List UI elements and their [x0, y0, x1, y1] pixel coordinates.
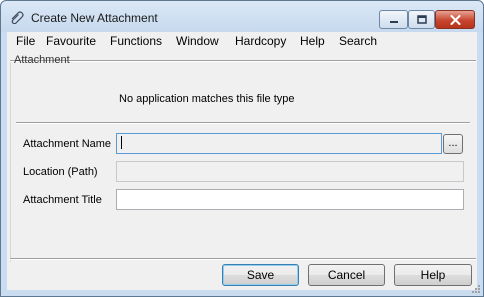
- menu-file[interactable]: File: [16, 34, 35, 48]
- browse-button[interactable]: ...: [443, 134, 463, 154]
- section-label-attachment: Attachment: [14, 54, 70, 66]
- no-application-message: No application matches this file type: [119, 93, 295, 105]
- help-button[interactable]: Help: [394, 264, 472, 286]
- cancel-button[interactable]: Cancel: [308, 264, 385, 286]
- paperclip-icon: [11, 11, 24, 24]
- attachment-title-label: Attachment Title: [23, 194, 102, 206]
- attachment-name-label: Attachment Name: [23, 138, 112, 150]
- menu-favourite[interactable]: Favourite: [46, 34, 96, 48]
- close-icon: [450, 14, 460, 25]
- resize-grip-icon[interactable]: [471, 284, 481, 294]
- menu-window[interactable]: Window: [176, 34, 219, 48]
- maximize-button[interactable]: [408, 10, 435, 29]
- maximize-icon: [416, 15, 427, 24]
- menu-functions[interactable]: Functions: [110, 34, 162, 48]
- menu-bar: File Favourite Functions Window Hardcopy…: [7, 32, 477, 51]
- bottom-divider-highlight: [10, 259, 476, 260]
- location-path-label: Location (Path): [23, 166, 98, 178]
- attachment-title-input[interactable]: [116, 189, 464, 210]
- window-title: Create New Attachment: [31, 11, 158, 25]
- panel-edge: [10, 62, 11, 262]
- menu-help[interactable]: Help: [300, 34, 325, 48]
- minimize-icon: [389, 20, 398, 23]
- minimize-button[interactable]: [379, 10, 408, 29]
- section-divider-highlight: [16, 123, 470, 124]
- top-divider-highlight: [10, 61, 476, 62]
- title-bar[interactable]: Create New Attachment: [1, 1, 483, 32]
- menu-search[interactable]: Search: [339, 34, 377, 48]
- location-path-input[interactable]: [116, 161, 464, 182]
- attachment-name-input[interactable]: [116, 133, 442, 154]
- menu-hardcopy[interactable]: Hardcopy: [235, 34, 286, 48]
- text-caret: [121, 136, 122, 149]
- close-button[interactable]: [435, 10, 475, 29]
- save-button[interactable]: Save: [222, 264, 299, 286]
